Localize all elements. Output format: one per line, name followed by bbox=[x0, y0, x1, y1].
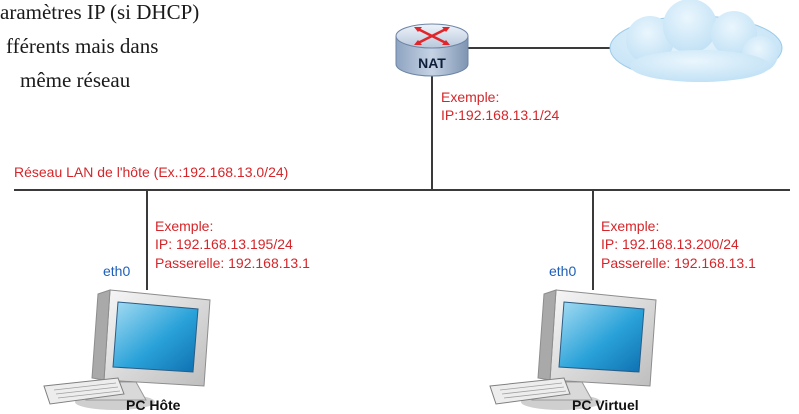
virtual-pc-gateway: Passerelle: 192.168.13.1 bbox=[601, 255, 756, 271]
virtual-pc-interface-label: eth0 bbox=[549, 263, 576, 279]
host-pc-name: PC Hôte bbox=[126, 397, 181, 413]
virtual-pc-ip: IP: 192.168.13.200/24 bbox=[601, 236, 739, 252]
host-pc-interface-label: eth0 bbox=[103, 263, 130, 279]
router-example-ip: IP:192.168.13.1/24 bbox=[441, 107, 560, 123]
host-pc-ip: IP: 192.168.13.195/24 bbox=[155, 236, 293, 252]
desktop-computer-icon bbox=[489, 289, 657, 410]
header-text-line-3: même réseau bbox=[20, 68, 131, 92]
network-diagram: aramètres IP (si DHCP) fférents mais dan… bbox=[0, 0, 790, 413]
desktop-computer-icon bbox=[43, 289, 211, 410]
cloud-icon bbox=[609, 0, 783, 82]
virtual-pc-name: PC Virtuel bbox=[572, 397, 639, 413]
host-pc-example-title: Exemple: bbox=[155, 218, 213, 234]
header-text-line-2: fférents mais dans bbox=[6, 34, 158, 58]
router-example-title: Exemple: bbox=[441, 89, 499, 105]
host-pc-gateway: Passerelle: 192.168.13.1 bbox=[155, 255, 310, 271]
router-icon: NAT bbox=[395, 23, 469, 77]
lan-network-label: Réseau LAN de l'hôte (Ex.:192.168.13.0/2… bbox=[14, 164, 288, 180]
header-text-line-1: aramètres IP (si DHCP) bbox=[0, 0, 199, 24]
virtual-pc-example-title: Exemple: bbox=[601, 218, 659, 234]
router-label: NAT bbox=[418, 55, 446, 71]
